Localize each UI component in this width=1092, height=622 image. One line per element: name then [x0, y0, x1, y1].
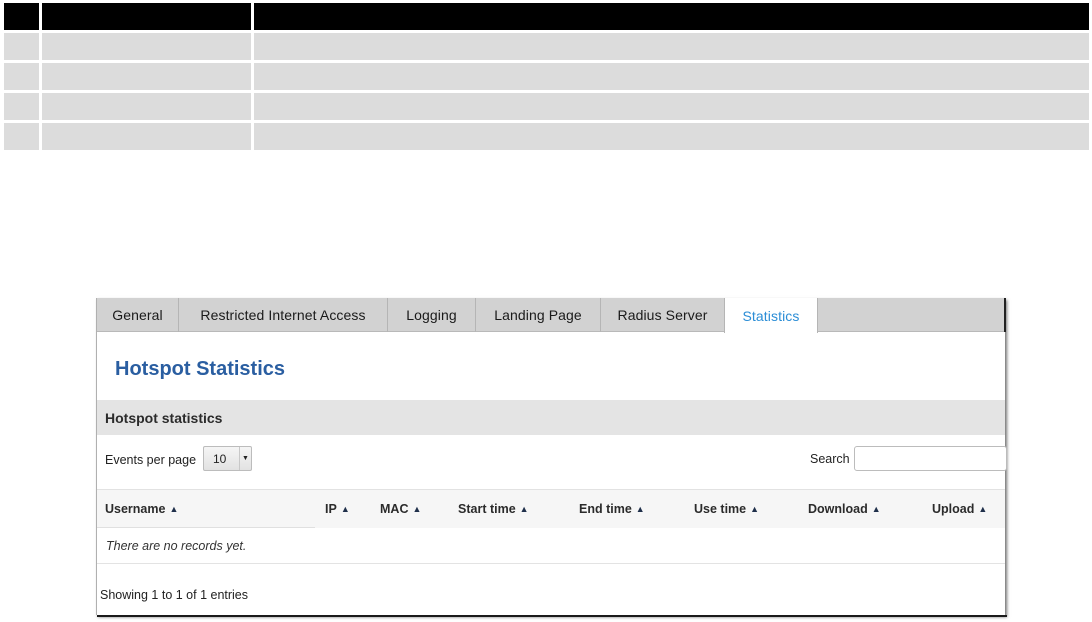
- tab-radius-server[interactable]: Radius Server: [601, 298, 725, 332]
- tab-bar: General Restricted Internet Access Loggi…: [97, 298, 1006, 333]
- arrow-up-icon: ▲: [169, 504, 179, 514]
- events-per-page-value: 10: [213, 451, 227, 466]
- placeholder-row: [4, 123, 1089, 150]
- column-header-username[interactable]: Username ▲: [105, 502, 178, 516]
- placeholder-row: [4, 93, 1089, 120]
- placeholder-cell: [42, 123, 251, 150]
- column-label: End time: [579, 502, 632, 516]
- column-header-start-time[interactable]: Start time ▲: [458, 502, 529, 516]
- section-header: Hotspot statistics: [97, 400, 1005, 435]
- tab-general[interactable]: General: [97, 298, 179, 332]
- arrow-up-icon: ▲: [412, 504, 422, 514]
- column-label: Start time: [458, 502, 516, 516]
- table-controls: Events per page 10 ▼ Search: [97, 435, 1007, 489]
- column-header-download[interactable]: Download ▲: [808, 502, 881, 516]
- section-title: Hotspot statistics: [105, 409, 223, 426]
- column-label: Username: [105, 502, 166, 516]
- column-header-upload[interactable]: Upload ▲: [932, 502, 987, 516]
- placeholder-cell: [4, 93, 39, 120]
- placeholder-cell: [254, 123, 1089, 150]
- tab-landing-page[interactable]: Landing Page: [476, 298, 601, 332]
- arrow-up-icon: ▲: [750, 504, 760, 514]
- tab-logging[interactable]: Logging: [388, 298, 476, 332]
- placeholder-cell: [254, 63, 1089, 90]
- arrow-up-icon: ▲: [519, 504, 529, 514]
- empty-message: There are no records yet.: [106, 539, 247, 553]
- placeholder-cell: [4, 3, 39, 30]
- placeholder-table: [4, 3, 1089, 153]
- placeholder-cell: [254, 93, 1089, 120]
- placeholder-row: [4, 33, 1089, 60]
- placeholder-cell: [42, 93, 251, 120]
- table-header: Username ▲ IP ▲ MAC ▲ Start time ▲ End time ▲…: [97, 489, 1005, 528]
- search-label: Search: [810, 452, 850, 466]
- events-per-page-label: Events per page: [105, 453, 197, 467]
- tab-restricted-internet-access[interactable]: Restricted Internet Access: [179, 298, 388, 332]
- placeholder-cell: [4, 63, 39, 90]
- placeholder-cell: [42, 3, 251, 30]
- placeholder-cell: [254, 33, 1089, 60]
- placeholder-cell: [4, 123, 39, 150]
- tab-statistics[interactable]: Statistics: [724, 298, 818, 333]
- arrow-up-icon: ▲: [340, 504, 350, 514]
- arrow-up-icon: ▲: [635, 504, 645, 514]
- placeholder-header-row: [4, 3, 1089, 30]
- arrow-up-icon: ▲: [871, 504, 881, 514]
- column-label: Upload: [932, 502, 975, 516]
- arrow-up-icon: ▲: [978, 504, 988, 514]
- tab-bar-edge: [1004, 298, 1006, 332]
- search-input[interactable]: [854, 446, 1007, 471]
- placeholder-cell: [4, 33, 39, 60]
- table-info: Showing 1 to 1 of 1 entries: [100, 588, 249, 602]
- table-row: There are no records yet.: [97, 528, 1005, 564]
- column-header-ip[interactable]: IP ▲: [325, 502, 350, 516]
- column-header-use-time[interactable]: Use time ▲: [694, 502, 759, 516]
- column-label: MAC: [380, 502, 409, 516]
- chevron-down-icon: ▼: [239, 447, 251, 470]
- column-label: Use time: [694, 502, 747, 516]
- page-title: Hotspot Statistics: [115, 358, 286, 380]
- column-header-end-time[interactable]: End time ▲: [579, 502, 645, 516]
- column-header-mac[interactable]: MAC ▲: [380, 502, 421, 516]
- column-label: Download: [808, 502, 868, 516]
- placeholder-row: [4, 63, 1089, 90]
- placeholder-cell: [254, 3, 1089, 30]
- placeholder-cell: [42, 63, 251, 90]
- column-label: IP: [325, 502, 337, 516]
- hotspot-panel: General Restricted Internet Access Loggi…: [96, 298, 1007, 617]
- events-per-page-select[interactable]: 10 ▼: [203, 446, 252, 471]
- placeholder-cell: [42, 33, 251, 60]
